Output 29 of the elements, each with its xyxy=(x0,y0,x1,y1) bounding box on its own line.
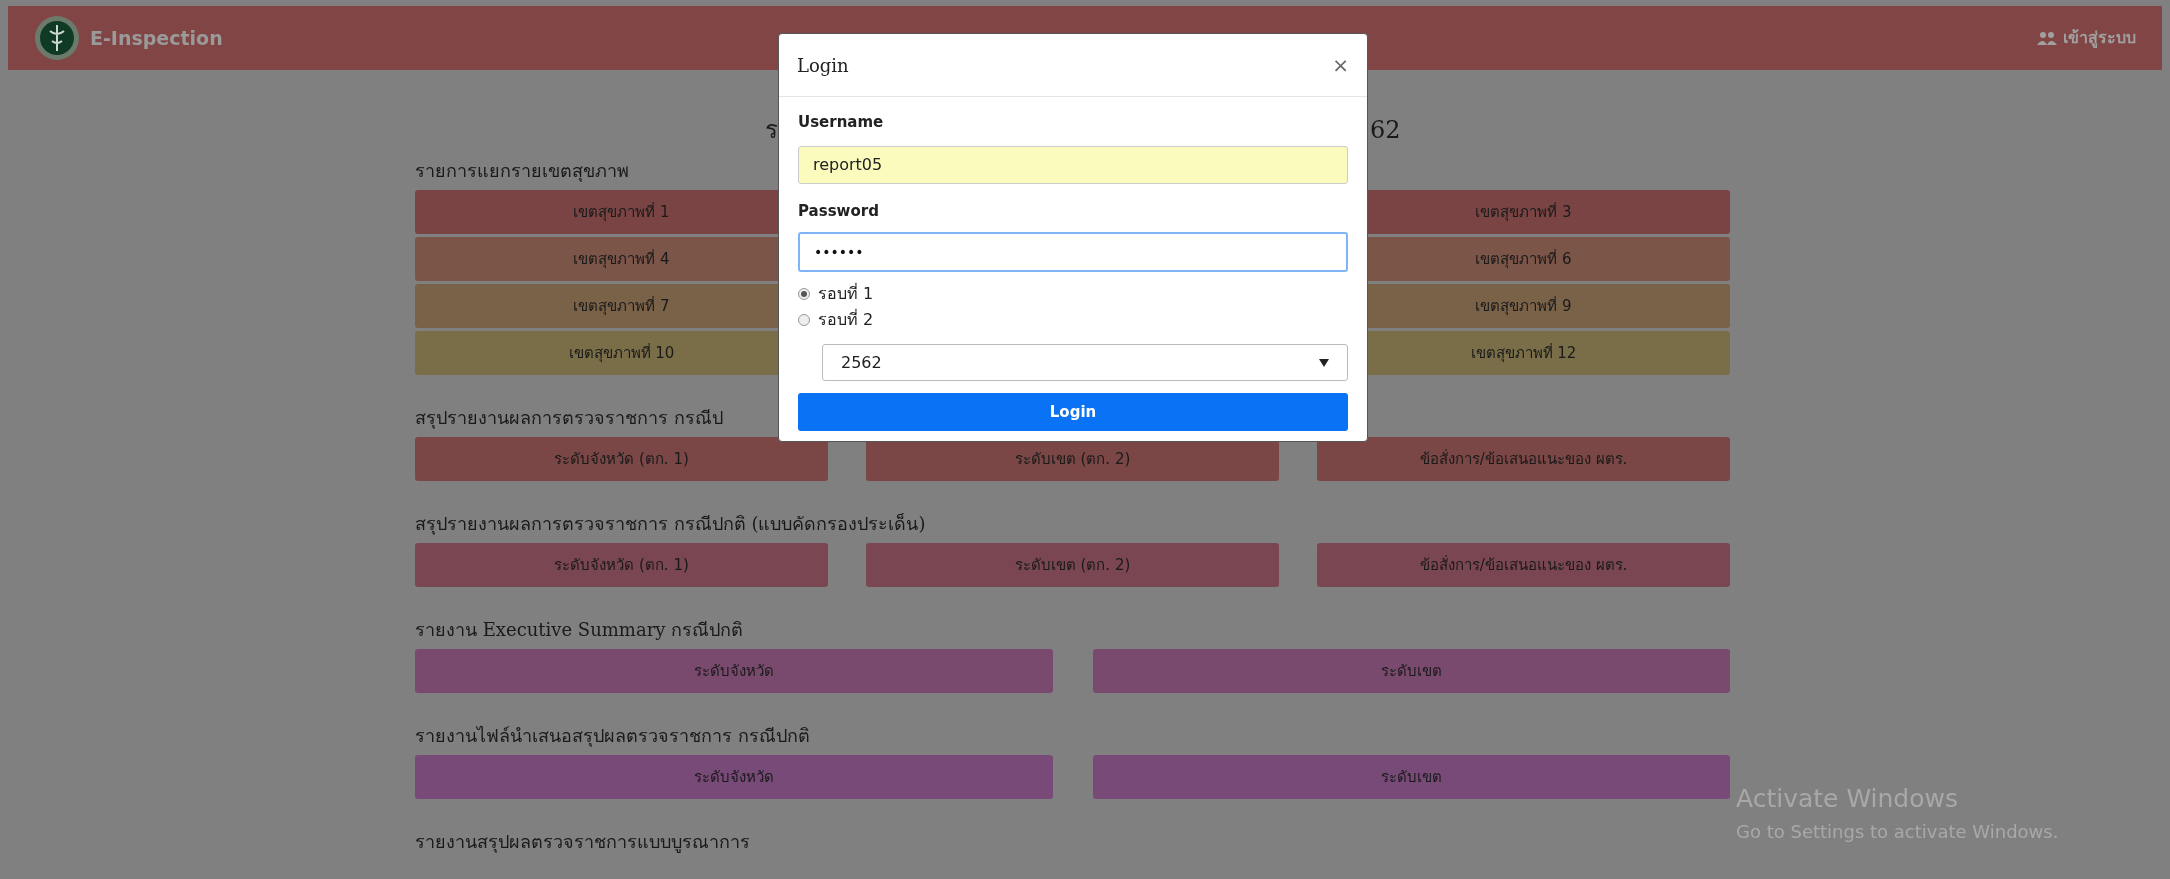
emblem-logo-icon xyxy=(34,15,80,61)
password-field[interactable]: •••••• xyxy=(798,232,1348,272)
username-field[interactable]: report05 xyxy=(798,145,1348,184)
report-button[interactable]: ระดับเขต xyxy=(1092,755,1730,799)
report-button[interactable]: ระดับจังหวัด xyxy=(415,755,1053,799)
page-title-fragment: 62 xyxy=(1370,115,1401,146)
dialog-title: Login xyxy=(797,53,849,78)
report-button[interactable]: ระดับเขต (ตก. 2) xyxy=(866,543,1279,587)
users-icon xyxy=(2037,30,2057,46)
year-select[interactable]: 2562 xyxy=(822,344,1348,381)
section-heading: รายการแยกรายเขตสุขภาพ xyxy=(415,159,629,184)
section-heading: สรุปรายงานผลการตรวจราชการ กรณีปกติ (แบบคัดกรองประเด็น) xyxy=(415,512,926,537)
username-label: Username xyxy=(798,112,884,133)
report-button[interactable]: ระดับจังหวัด (ตก. 1) xyxy=(415,437,828,481)
login-link[interactable]: เข้าสู่ระบบ xyxy=(2037,26,2136,50)
section-heading: รายงาน Executive Summary กรณีปกติ xyxy=(415,618,744,642)
report-button[interactable]: ระดับจังหวัด xyxy=(415,649,1053,693)
section-heading: สรุปรายงานผลการตรวจราชการ กรณีป xyxy=(415,406,723,431)
login-button[interactable]: Login xyxy=(798,393,1348,431)
close-button[interactable]: × xyxy=(1332,55,1349,75)
brand-link[interactable]: E-Inspection xyxy=(90,23,223,53)
dropdown-caret-icon xyxy=(1319,358,1329,367)
report-button[interactable]: ข้อสั่งการ/ข้อเสนอแนะของ ผตร. xyxy=(1317,437,1730,481)
report-button[interactable]: ระดับจังหวัด (ตก. 1) xyxy=(415,543,828,587)
page-title-fragment: ร xyxy=(765,115,778,146)
section-heading: รายงานไฟล์นำเสนอสรุปผลตรวจราชการ กรณีปกติ xyxy=(415,724,810,749)
section-heading: รายงานสรุปผลตรวจราชการแบบบูรณาการ xyxy=(415,830,750,855)
report-button[interactable]: ระดับเขต xyxy=(1092,649,1730,693)
report-button[interactable]: ข้อสั่งการ/ข้อเสนอแนะของ ผตร. xyxy=(1317,543,1730,587)
